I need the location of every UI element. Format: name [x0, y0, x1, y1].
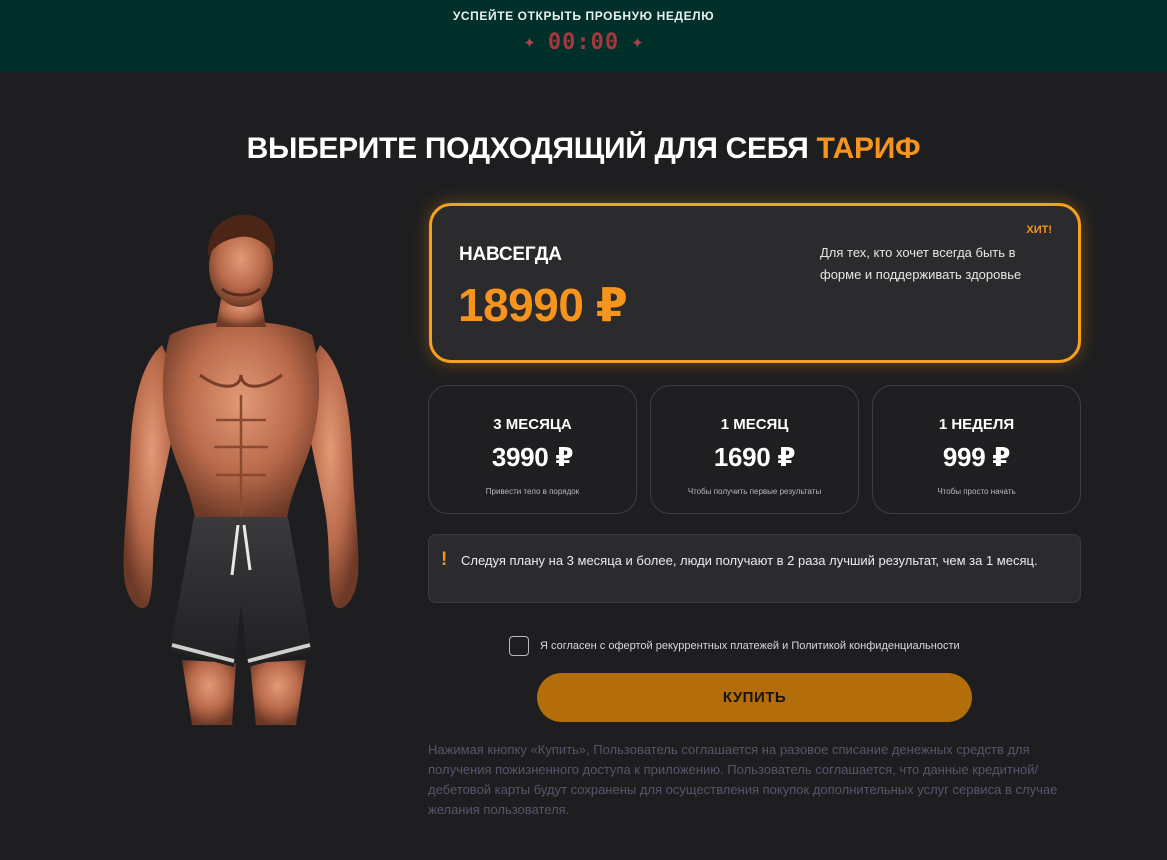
buy-button[interactable]: КУПИТЬ	[537, 673, 972, 722]
plan-name: НАВСЕГДА	[459, 244, 562, 265]
exclamation-icon: !	[441, 549, 448, 570]
plan-note: Чтобы получить первые результаты	[687, 487, 822, 496]
page-title-main: ВЫБЕРИТЕ ПОДХОДЯЩИЙ ДЛЯ СЕБЯ	[246, 132, 817, 165]
plan-card-3-months[interactable]: 3 МЕСЯЦА 3990 ₽ Привести тело в порядок	[428, 385, 637, 514]
notice-text: Следуя плану на 3 месяца и более, люди п…	[461, 553, 1038, 568]
plan-price: 3990 ₽	[491, 442, 574, 472]
countdown-timer: 00:00	[547, 30, 620, 55]
consent-checkbox[interactable]	[509, 636, 529, 656]
plan-note: Привести тело в порядок	[485, 487, 580, 496]
legal-text: Нажимая кнопку «Купить», Пользователь со…	[428, 742, 1058, 817]
consent-label[interactable]: Я согласен с офертой рекуррентных платеж…	[540, 640, 960, 652]
promo-title: УСПЕЙТЕ ОТКРЫТЬ ПРОБНУЮ НЕДЕЛЮ	[452, 9, 715, 23]
plan-description: Для тех, кто хочет всегда быть в форме и…	[820, 245, 1022, 282]
plan-card-1-month[interactable]: 1 МЕСЯЦ 1690 ₽ Чтобы получить первые рез…	[650, 385, 859, 514]
plan-price: 18990 ₽	[458, 279, 628, 331]
plan-price: 999 ₽	[942, 442, 1011, 472]
info-notice: ! Следуя плану на 3 месяца и более, люди…	[428, 534, 1081, 603]
plan-name: 1 НЕДЕЛЯ	[938, 416, 1015, 433]
plan-name: 3 МЕСЯЦА	[493, 416, 572, 433]
plan-card-1-week[interactable]: 1 НЕДЕЛЯ 999 ₽ Чтобы просто начать	[872, 385, 1081, 514]
sparkle-icon: ✦	[523, 34, 536, 52]
plan-name: 1 МЕСЯЦ	[720, 416, 789, 433]
page-title-accent: ТАРИФ	[816, 132, 921, 165]
plan-card-forever[interactable]: ХИТ! НАВСЕГДА 18990 ₽ Для тех, кто хочет…	[429, 203, 1081, 363]
promo-bar: УСПЕЙТЕ ОТКРЫТЬ ПРОБНУЮ НЕДЕЛЮ ✦ 00:00 ✦	[0, 0, 1167, 72]
plan-price: 1690 ₽	[713, 442, 796, 472]
hit-badge: ХИТ!	[1026, 224, 1052, 236]
page-title: ВЫБЕРИТЕ ПОДХОДЯЩИЙ ДЛЯ СЕБЯ ТАРИФ	[0, 132, 1167, 166]
countdown: ✦ 00:00 ✦	[0, 30, 1167, 55]
sparkle-icon: ✦	[631, 34, 644, 52]
consent-row: Я согласен с офертой рекуррентных платеж…	[509, 636, 960, 656]
fitness-model-image	[123, 214, 359, 725]
plan-note: Чтобы просто начать	[937, 487, 1016, 496]
